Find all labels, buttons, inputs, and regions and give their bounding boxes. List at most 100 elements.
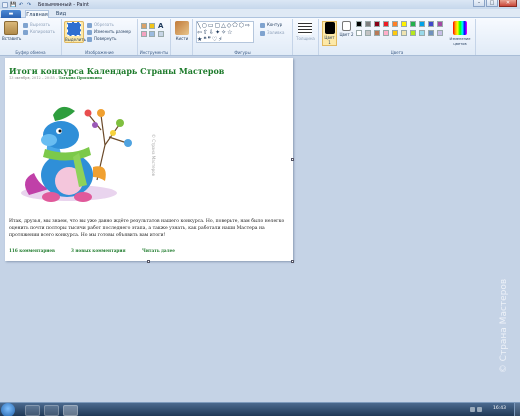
post-author: Татьяна Просянкина (58, 76, 103, 80)
group-brushes: Кисти (171, 19, 193, 55)
palette-swatch[interactable] (428, 30, 434, 36)
select-icon (67, 22, 81, 36)
palette-swatch[interactable] (392, 21, 398, 27)
palette-swatch[interactable] (365, 30, 371, 36)
palette-swatch[interactable] (365, 21, 371, 27)
post-date: 13 октября, 2012 – 20:55 – (9, 76, 58, 80)
palette-swatch[interactable] (392, 30, 398, 36)
brush-icon (175, 21, 189, 35)
show-desktop-button[interactable] (514, 403, 520, 416)
color-picker-icon[interactable] (149, 31, 155, 37)
size-button[interactable]: Толщина (296, 21, 315, 41)
fill-icon[interactable] (149, 23, 155, 29)
taskbar-explorer-icon[interactable] (25, 405, 40, 416)
palette-swatch[interactable] (401, 21, 407, 27)
resize-handle-right[interactable] (291, 158, 294, 161)
brushes-button[interactable]: Кисти (173, 21, 191, 41)
volume-icon[interactable] (477, 407, 482, 412)
copy-button[interactable]: Копировать (23, 29, 55, 35)
palette-swatch[interactable] (428, 21, 434, 27)
select-label: Выделить (65, 37, 86, 42)
pencil-icon[interactable] (141, 23, 147, 29)
rotate-icon (87, 36, 92, 42)
comments-link[interactable]: 116 комментариев (9, 248, 55, 253)
maximize-button[interactable]: □ (486, 0, 498, 7)
magnifier-icon[interactable] (158, 31, 164, 37)
group-image: Выделить Обрезать Изменить размер Поверн… (62, 19, 138, 55)
canvas-area[interactable]: Итоги конкурса Календарь Страны Мастеров… (0, 56, 520, 402)
network-icon[interactable] (470, 407, 475, 412)
minimize-button[interactable]: – (473, 0, 485, 7)
color2-button[interactable]: Цвет 2 (339, 21, 354, 37)
file-menu-button[interactable]: ▬ (1, 10, 21, 18)
palette-swatch[interactable] (410, 21, 416, 27)
resize-button[interactable]: Изменить размер (87, 29, 131, 35)
palette-swatch[interactable] (356, 21, 362, 27)
palette-swatch[interactable] (374, 30, 380, 36)
line-thickness-icon (298, 21, 312, 35)
color1-button[interactable]: Цвет 1 (322, 21, 337, 46)
paint-logo-icon (2, 1, 8, 8)
resize-label: Изменить размер (94, 29, 131, 34)
clock[interactable]: 16:43 (493, 406, 506, 411)
select-button[interactable]: Выделить (64, 21, 86, 43)
crop-icon (87, 22, 92, 28)
paste-button[interactable]: Вставить (2, 21, 22, 41)
rotate-button[interactable]: Повернуть (87, 36, 116, 42)
group-size: Толщина (293, 19, 319, 55)
cut-button[interactable]: Вырезать (23, 22, 50, 28)
color2-label: Цвет 2 (339, 32, 354, 37)
copy-icon (23, 29, 28, 35)
resize-handle-corner[interactable] (291, 260, 294, 263)
resize-handle-bottom[interactable] (147, 260, 150, 263)
cut-label: Вырезать (30, 22, 51, 27)
palette-swatch[interactable] (410, 30, 416, 36)
read-more-link[interactable]: Читать далее (142, 248, 175, 253)
text-icon[interactable]: A (158, 22, 163, 30)
tab-home[interactable]: Главная (25, 10, 49, 18)
color1-label: Цвет 1 (324, 35, 335, 45)
color-palette (356, 21, 446, 41)
taskbar-paint-icon[interactable] (63, 405, 78, 416)
tab-view[interactable]: Вид (52, 10, 70, 18)
palette-swatch[interactable] (437, 21, 443, 27)
palette-swatch[interactable] (419, 30, 425, 36)
color2-swatch (342, 21, 351, 31)
save-icon[interactable]: 💾 (10, 2, 16, 8)
eraser-icon[interactable] (141, 31, 147, 37)
taskbar-chrome-icon[interactable] (44, 405, 59, 416)
post-title: Итоги конкурса Календарь Страны Мастеров (9, 66, 225, 76)
paste-label: Вставить (2, 36, 22, 41)
palette-swatch[interactable] (401, 30, 407, 36)
image-watermark: © Страна Мастеров (151, 134, 156, 177)
group-colors: Цвет 1 Цвет 2 Изменение цветов Цвета (319, 19, 476, 55)
scissors-icon (23, 22, 28, 28)
crop-button[interactable]: Обрезать (87, 22, 114, 28)
brushes-label: Кисти (175, 36, 189, 41)
system-tray (468, 407, 482, 412)
palette-swatch[interactable] (374, 21, 380, 27)
outline-button[interactable]: Контур (260, 22, 282, 28)
paint-window: 💾 ↶ ↷ Безымянный - Paint – □ ✕ ▬ Главная… (0, 0, 520, 416)
group-tools: A Инструменты (138, 19, 171, 55)
edit-colors-label: Изменение цветов (449, 37, 471, 46)
palette-swatch[interactable] (437, 30, 443, 36)
palette-swatch[interactable] (383, 21, 389, 27)
fill-shape-button[interactable]: Заливка (260, 30, 284, 36)
group-label-shapes: Фигуры (234, 50, 251, 55)
rotate-label: Повернуть (94, 36, 117, 41)
edit-colors-button[interactable]: Изменение цветов (447, 21, 473, 46)
close-button[interactable]: ✕ (499, 0, 517, 7)
group-label-clipboard: Буфер обмена (15, 50, 46, 55)
title-bar: 💾 ↶ ↷ Безымянный - Paint – □ ✕ (0, 0, 520, 9)
redo-icon[interactable]: ↷ (26, 2, 32, 8)
palette-swatch[interactable] (356, 30, 362, 36)
new-comments-link[interactable]: 3 новых комментария (71, 248, 126, 253)
palette-swatch[interactable] (383, 30, 389, 36)
undo-icon[interactable]: ↶ (18, 2, 24, 8)
palette-swatch[interactable] (419, 21, 425, 27)
start-button[interactable] (1, 403, 15, 416)
drawing-canvas[interactable]: Итоги конкурса Календарь Страны Мастеров… (5, 58, 293, 261)
shapes-gallery[interactable]: ╲○▭▢△◇⬠⬡⇨⇦⇧⇩✦✧☆★❝❞♡⚡ (196, 21, 254, 43)
dragon-figurine-image: © Страна Мастеров (21, 106, 156, 202)
